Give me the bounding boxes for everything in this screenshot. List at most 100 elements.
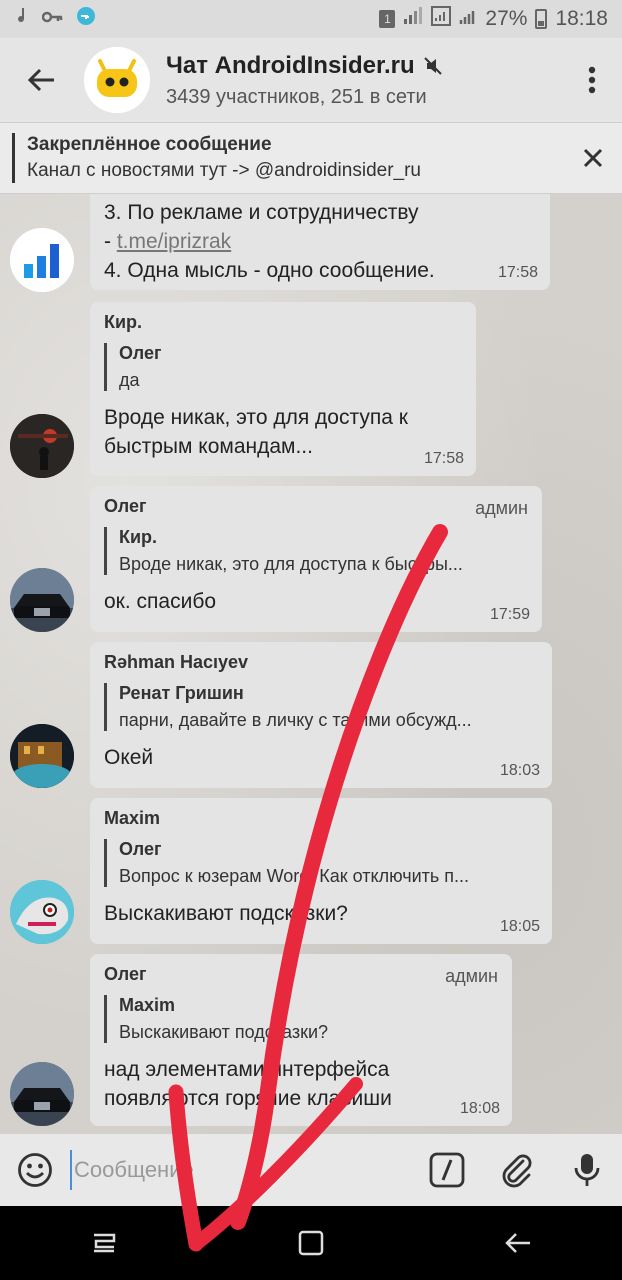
message-time: 18:05 bbox=[499, 918, 540, 935]
message-bubble[interactable]: 3. По рекламе и сотрудничеству - t.me/ip… bbox=[90, 194, 550, 290]
message-bubble[interactable]: Кир. Олег да Вроде никак, это для доступ… bbox=[90, 302, 476, 476]
emoji-button[interactable] bbox=[0, 1134, 70, 1206]
chat-subtitle: 3439 участников, 251 в сети bbox=[166, 85, 427, 108]
message-time: 17:58 bbox=[497, 264, 538, 281]
chat-title[interactable]: Чат AndroidInsider.ru bbox=[166, 52, 562, 80]
battery-icon bbox=[535, 9, 548, 29]
user-avatar[interactable] bbox=[10, 1062, 74, 1126]
system-nav-bar bbox=[0, 1206, 622, 1280]
paperclip-icon bbox=[502, 1154, 532, 1188]
user-avatar[interactable] bbox=[10, 880, 74, 944]
user-avatar[interactable] bbox=[10, 724, 74, 788]
message-text: 3. По рекламе и сотрудничеству - t.me/ip… bbox=[104, 198, 536, 285]
message-time: 17:59 bbox=[489, 606, 530, 623]
recents-icon bbox=[93, 1233, 115, 1253]
battery-percent: 27% bbox=[485, 7, 528, 30]
reply-preview[interactable]: Олег Вопрос к юзерам Word. Как отключить… bbox=[104, 839, 538, 887]
cartoon-avatar-icon bbox=[10, 880, 74, 944]
reply-text: парни, давайте в личку с такими обсужд..… bbox=[119, 710, 472, 730]
reply-preview[interactable]: Maxim Выскакивают подсказки? bbox=[104, 995, 498, 1043]
recents-button[interactable] bbox=[54, 1206, 154, 1280]
more-vertical-icon bbox=[588, 66, 596, 94]
message-bubble[interactable]: Олег админ Кир. Вроде никак, это для дос… bbox=[90, 486, 542, 632]
car-photo-icon bbox=[10, 1062, 74, 1126]
message-time: 17:58 bbox=[423, 450, 464, 467]
message-composer bbox=[0, 1134, 622, 1206]
clock: 18:18 bbox=[555, 7, 608, 30]
message-link[interactable]: t.me/iprizrak bbox=[117, 230, 231, 253]
music-note-icon bbox=[14, 6, 30, 32]
emoji-icon bbox=[18, 1153, 52, 1187]
message-line: - t.me/iprizrak bbox=[104, 227, 536, 256]
car-photo-icon bbox=[10, 568, 74, 632]
message-text: ок. спасибо bbox=[104, 590, 217, 613]
chat-title-text: Чат AndroidInsider.ru bbox=[166, 51, 415, 79]
signal-icon bbox=[403, 7, 423, 31]
message-line: 4. Одна мысль - одно сообщение. bbox=[104, 259, 435, 282]
reply-preview[interactable]: Кир. Вроде никак, это для доступа к быст… bbox=[104, 527, 528, 575]
city-photo-icon bbox=[10, 724, 74, 788]
message-time: 18:08 bbox=[459, 1100, 500, 1117]
key-icon bbox=[41, 8, 64, 30]
sender-name[interactable]: Кир. bbox=[104, 312, 462, 333]
message-time: 18:03 bbox=[499, 762, 540, 779]
reply-author: Maxim bbox=[119, 995, 176, 1015]
cell-signal-icon bbox=[459, 7, 477, 31]
user-avatar[interactable] bbox=[10, 414, 74, 478]
reply-text: Выскакивают подсказки? bbox=[119, 1022, 329, 1042]
message-text: Вроде никак, это для доступа к быстрым к… bbox=[104, 406, 408, 458]
back-nav-button[interactable] bbox=[468, 1206, 568, 1280]
reply-author: Олег bbox=[119, 343, 162, 363]
pinned-bar bbox=[12, 133, 15, 183]
home-square-icon bbox=[298, 1230, 324, 1256]
bar-chart-logo-icon bbox=[10, 228, 74, 292]
more-menu-button[interactable] bbox=[562, 38, 622, 122]
sender-name[interactable]: Олег bbox=[104, 496, 528, 517]
reply-author: Ренат Гришин bbox=[119, 683, 244, 703]
status-bar: 1 27% 18:18 bbox=[0, 0, 622, 38]
chat-avatar[interactable] bbox=[84, 47, 150, 113]
chat-header: Чат AndroidInsider.ru 3439 участников, 2… bbox=[0, 38, 622, 122]
link-prefix: - bbox=[104, 230, 117, 253]
reply-text: да bbox=[119, 370, 140, 390]
message-bubble[interactable]: Олег админ Maxim Выскакивают подсказки? … bbox=[90, 954, 512, 1126]
attach-button[interactable] bbox=[482, 1134, 552, 1206]
close-icon bbox=[583, 148, 603, 168]
microphone-icon bbox=[574, 1154, 600, 1186]
back-button[interactable] bbox=[0, 38, 84, 122]
notification-badge: 1 bbox=[379, 10, 396, 28]
admin-badge: админ bbox=[475, 498, 528, 518]
message-bubble[interactable]: Maxim Олег Вопрос к юзерам Word. Как отк… bbox=[90, 798, 552, 944]
message-text: Окей bbox=[104, 746, 154, 769]
message-input[interactable] bbox=[70, 1150, 412, 1190]
close-pinned-button[interactable] bbox=[564, 129, 622, 187]
message-list[interactable]: 3. По рекламе и сотрудничеству - t.me/ip… bbox=[0, 194, 622, 1134]
sim-signal-icon bbox=[431, 6, 452, 32]
slash-command-icon bbox=[429, 1152, 465, 1188]
reply-text: Вроде никак, это для доступа к быстры... bbox=[119, 554, 463, 574]
sender-name[interactable]: Rəhman Hacıyev bbox=[104, 652, 538, 673]
voice-record-button[interactable] bbox=[552, 1134, 622, 1206]
reply-author: Кир. bbox=[119, 527, 158, 547]
sender-name[interactable]: Олег bbox=[104, 964, 498, 985]
back-arrow-icon bbox=[505, 1233, 531, 1253]
user-photo-icon bbox=[10, 414, 74, 478]
message-line: 3. По рекламе и сотрудничеству bbox=[104, 201, 419, 224]
message-bubble[interactable]: Rəhman Hacıyev Ренат Гришин парни, давай… bbox=[90, 642, 552, 788]
user-avatar[interactable] bbox=[10, 568, 74, 632]
message-text: Выскакивают подсказки? bbox=[104, 902, 348, 925]
user-avatar[interactable] bbox=[10, 228, 74, 292]
muted-icon bbox=[423, 56, 442, 75]
home-button[interactable] bbox=[261, 1206, 361, 1280]
pinned-title: Закреплённое сообщение bbox=[27, 134, 272, 155]
reply-text: Вопрос к юзерам Word. Как отключить п... bbox=[119, 866, 470, 886]
reply-preview[interactable]: Ренат Гришин парни, давайте в личку с та… bbox=[104, 683, 538, 731]
admin-badge: админ bbox=[445, 966, 498, 986]
androidinsider-logo-icon bbox=[84, 47, 150, 113]
vpn-key-icon bbox=[76, 6, 96, 32]
bot-commands-button[interactable] bbox=[412, 1134, 482, 1206]
reply-author: Олег bbox=[119, 839, 162, 859]
sender-name[interactable]: Maxim bbox=[104, 808, 538, 829]
pinned-message[interactable]: Закреплённое сообщение Канал с новостями… bbox=[0, 122, 622, 194]
reply-preview[interactable]: Олег да bbox=[104, 343, 462, 391]
